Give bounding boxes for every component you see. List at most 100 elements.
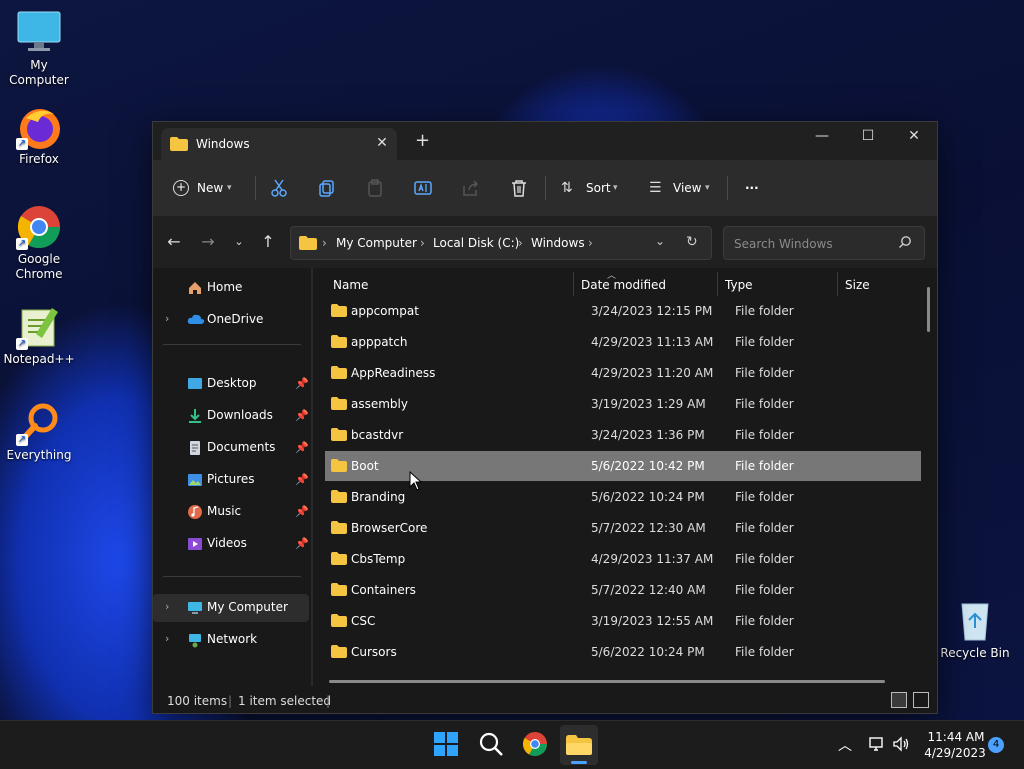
maximize-button[interactable]: ☐ (845, 122, 891, 152)
pin-icon[interactable]: 📌 (295, 537, 309, 550)
column-header-date-modified[interactable]: Date modified (581, 278, 666, 292)
file-type: File folder (735, 366, 794, 380)
search-icon[interactable] (478, 731, 506, 759)
nav-item-pictures[interactable]: Pictures 📌 (157, 466, 309, 494)
new-button-label: New (197, 181, 224, 195)
tiles-view-button[interactable] (913, 692, 929, 708)
address-history-chevron-icon[interactable]: ⌄ (655, 234, 665, 248)
table-row[interactable]: appcompat 3/24/2023 12:15 PM File folder (325, 296, 921, 326)
volume-icon[interactable] (892, 735, 910, 756)
chrome-icon[interactable] (522, 731, 550, 759)
nav-item-my-computer[interactable]: › My Computer (153, 594, 309, 622)
new-button[interactable]: + New ▾ (173, 174, 239, 202)
refresh-icon[interactable]: ↻ (686, 234, 698, 250)
clock-date[interactable]: 4/29/2023 (920, 746, 990, 760)
column-divider[interactable] (837, 272, 838, 296)
pin-icon[interactable]: 📌 (295, 377, 309, 390)
chevron-right-icon[interactable]: › (165, 632, 169, 645)
shortcut-arrow-icon: ↗ (16, 238, 28, 250)
file-name: apppatch (351, 335, 408, 349)
plus-circle-icon: + (173, 180, 189, 196)
desktop-icon-everything[interactable]: ↗ Everything (0, 400, 78, 463)
column-divider[interactable] (573, 272, 574, 296)
recent-locations-chevron-icon[interactable]: ⌄ (230, 234, 248, 252)
share-icon[interactable] (461, 178, 481, 198)
nav-item-home[interactable]: Home (157, 274, 307, 302)
sort-button[interactable]: ⇅ Sort ▾ (561, 174, 623, 202)
nav-item-onedrive[interactable]: › OneDrive (157, 306, 307, 334)
close-button[interactable]: ✕ (891, 122, 937, 152)
forward-arrow-icon[interactable]: → (199, 234, 217, 252)
file-type: File folder (735, 397, 794, 411)
table-row[interactable]: assembly 3/19/2023 1:29 AM File folder (325, 389, 921, 419)
column-divider[interactable] (717, 272, 718, 296)
vertical-scrollbar[interactable] (927, 287, 930, 332)
desktop-icon-recycle-bin[interactable]: Recycle Bin (936, 598, 1014, 661)
new-tab-button[interactable]: + (415, 132, 430, 150)
file-explorer-taskbar-button[interactable] (560, 725, 598, 765)
minimize-button[interactable]: — (799, 122, 845, 152)
nav-item-network[interactable]: › Network (157, 626, 307, 654)
pin-icon[interactable]: 📌 (295, 409, 309, 422)
paste-icon[interactable] (365, 178, 385, 198)
clock-time[interactable]: 11:44 AM (926, 730, 986, 744)
chevron-right-icon[interactable]: › (165, 600, 169, 613)
file-name: Branding (351, 490, 406, 504)
file-date-modified: 3/24/2023 1:36 PM (591, 428, 705, 442)
status-divider: | (326, 694, 331, 708)
desktop-folder-icon (187, 376, 203, 392)
horizontal-scrollbar[interactable] (329, 680, 885, 683)
search-box[interactable] (723, 226, 925, 260)
nav-item-downloads[interactable]: Downloads 📌 (157, 402, 309, 430)
more-options-button[interactable]: ··· (745, 174, 769, 202)
start-windows-icon[interactable] (433, 731, 461, 759)
pin-icon[interactable]: 📌 (295, 441, 309, 454)
table-row[interactable]: apppatch 4/29/2023 11:13 AM File folder (325, 327, 921, 357)
table-row[interactable]: Cursors 5/6/2022 10:24 PM File folder (325, 637, 921, 667)
address-bar[interactable]: › My Computer › Local Disk (C:) › Window… (290, 226, 712, 260)
delete-icon[interactable] (509, 178, 529, 198)
table-row[interactable]: BrowserCore 5/7/2022 12:30 AM File folder (325, 513, 921, 543)
pin-icon[interactable]: 📌 (295, 473, 309, 486)
tab-windows[interactable]: Windows ✕ (161, 128, 397, 160)
breadcrumb-my-computer[interactable]: My Computer (336, 236, 417, 250)
table-row[interactable]: Containers 5/7/2022 12:40 AM File folder (325, 575, 921, 605)
details-view-button[interactable] (891, 692, 907, 708)
search-input[interactable] (732, 234, 896, 254)
column-header-name[interactable]: Name (333, 278, 368, 292)
breadcrumb-windows[interactable]: Windows (531, 236, 585, 250)
nav-item-desktop[interactable]: Desktop 📌 (157, 370, 309, 398)
back-arrow-icon[interactable]: ← (165, 234, 183, 252)
table-row[interactable]: CbsTemp 4/29/2023 11:37 AM File folder (325, 544, 921, 574)
desktop-icon-google-chrome[interactable]: ↗ Google Chrome (0, 204, 78, 282)
table-row[interactable]: AppReadiness 4/29/2023 11:20 AM File folde… (325, 358, 921, 388)
chevron-right-icon[interactable]: › (165, 312, 169, 325)
network-tray-icon[interactable] (868, 735, 886, 756)
file-type: File folder (735, 459, 794, 473)
notification-badge[interactable]: 4 (988, 737, 1004, 753)
up-arrow-icon[interactable]: ↑ (259, 234, 277, 252)
desktop-icon-notepad-plus-plus[interactable]: ↗ Notepad++ (0, 304, 78, 367)
copy-icon[interactable] (317, 178, 337, 198)
cut-icon[interactable] (269, 178, 289, 198)
breadcrumb-local-disk[interactable]: Local Disk (C:) (433, 236, 519, 250)
chrome-icon: ↗ (16, 204, 62, 250)
show-hidden-icons-chevron-icon[interactable]: ︿ (838, 735, 852, 755)
nav-item-music[interactable]: Music 📌 (157, 498, 309, 526)
rename-icon[interactable] (413, 178, 433, 198)
file-explorer-window: Windows ✕ + — ☐ ✕ + New ▾ ⇅ Sort ▾ ☰ Vie… (152, 121, 938, 714)
column-header-size[interactable]: Size (845, 278, 870, 292)
nav-item-documents[interactable]: Documents 📌 (157, 434, 309, 462)
view-button[interactable]: ☰ View ▾ (649, 174, 715, 202)
title-bar[interactable]: Windows ✕ + — ☐ ✕ (153, 122, 937, 160)
nav-item-videos[interactable]: Videos 📌 (157, 530, 309, 558)
tab-close-icon[interactable]: ✕ (373, 134, 391, 152)
table-row[interactable]: CSC 3/19/2023 12:55 AM File folder (325, 606, 921, 636)
music-icon (187, 504, 203, 520)
pin-icon[interactable]: 📌 (295, 505, 309, 518)
desktop-icon-firefox[interactable]: ↗ Firefox (0, 104, 78, 167)
column-header-type[interactable]: Type (725, 278, 753, 292)
desktop-icon-my-computer[interactable]: My Computer (0, 10, 78, 88)
navigation-pane-scrollbar[interactable] (311, 268, 313, 686)
table-row[interactable]: bcastdvr 3/24/2023 1:36 PM File folder (325, 420, 921, 450)
